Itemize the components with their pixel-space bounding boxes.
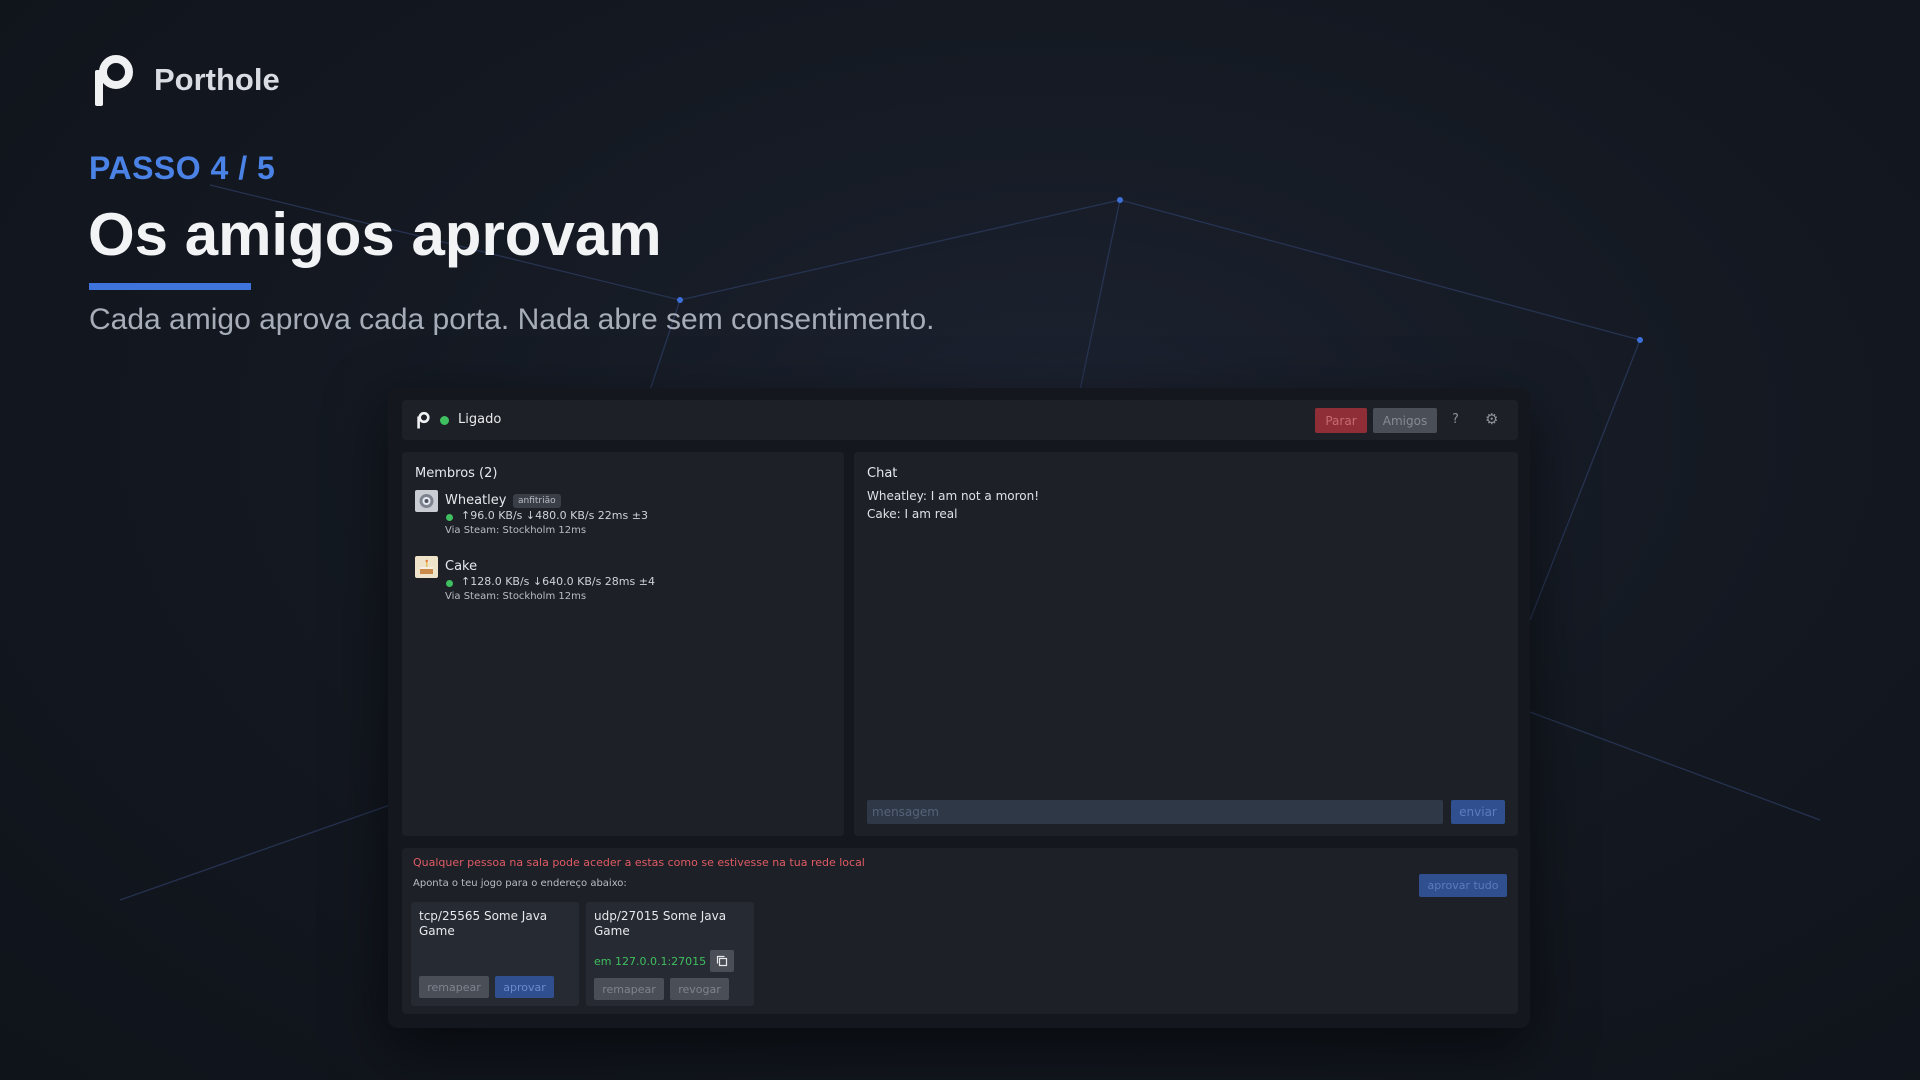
help-icon[interactable]: ? xyxy=(1452,412,1459,427)
members-title: Membros (2) xyxy=(415,466,498,481)
wheatley-eye-icon xyxy=(419,494,434,508)
send-button[interactable]: enviar xyxy=(1451,800,1505,824)
chat-panel: Chat Wheatley: I am not a moron! Cake: I… xyxy=(854,452,1518,836)
brand-name: Porthole xyxy=(154,62,280,97)
port-card-tcp-25565: tcp/25565 Some Java Game remapear aprova… xyxy=(411,902,579,1006)
copy-glyph-icon xyxy=(716,955,728,967)
chat-message: Cake: I am real xyxy=(867,507,957,521)
brand-header: Porthole xyxy=(92,52,280,108)
connection-status: Ligado xyxy=(458,412,502,427)
approve-button[interactable]: aprovar xyxy=(495,976,554,998)
member-online-dot xyxy=(446,514,453,521)
lan-warning: Qualquer pessoa na sala pode aceder a es… xyxy=(413,856,865,869)
porthole-small-logo-icon xyxy=(417,411,430,429)
approve-all-button[interactable]: aprovar tudo xyxy=(1419,874,1507,897)
member-route: Via Steam: Stockholm 12ms xyxy=(445,525,587,536)
member-stats: ↑128.0 KB/s ↓640.0 KB/s 28ms ±4 xyxy=(461,575,655,588)
member-route: Via Steam: Stockholm 12ms xyxy=(445,591,587,602)
member-name: Wheatley xyxy=(445,493,507,508)
members-panel: Membros (2) Wheatley anfitrião ↑96.0 KB/… xyxy=(402,452,844,836)
local-address[interactable]: em 127.0.0.1:27015 xyxy=(594,955,706,968)
step-indicator: PASSO 4 / 5 xyxy=(89,150,276,186)
page-subtitle: Cada amigo aprova cada porta. Nada abre … xyxy=(89,303,935,336)
title-underline xyxy=(89,283,251,290)
porthole-logo-icon xyxy=(95,55,133,106)
chat-text: I am real xyxy=(904,507,958,521)
stop-button[interactable]: Parar xyxy=(1315,408,1367,433)
chat-message-input[interactable] xyxy=(867,800,1443,824)
friends-button[interactable]: Amigos xyxy=(1373,408,1437,433)
address-hint: Aponta o teu jogo para o endereço abaixo… xyxy=(413,878,627,889)
online-status-dot xyxy=(440,416,449,425)
gear-icon[interactable]: ⚙ xyxy=(1485,410,1498,428)
host-badge: anfitrião xyxy=(513,494,561,508)
port-name: udp/27015 Some Java Game xyxy=(594,909,727,938)
member-online-dot xyxy=(446,580,453,587)
ports-panel: Qualquer pessoa na sala pode aceder a es… xyxy=(402,848,1518,1014)
chat-text: I am not a moron! xyxy=(930,489,1040,503)
remap-button[interactable]: remapear xyxy=(594,978,664,1000)
copy-icon[interactable] xyxy=(710,950,734,972)
page-title: Os amigos aprovam xyxy=(88,201,662,268)
remap-button[interactable]: remapear xyxy=(419,976,489,998)
app-window: Ligado Parar Amigos ? ⚙ Membros (2) Whea… xyxy=(402,400,1518,1014)
member-name: Cake xyxy=(445,559,478,574)
chat-message: Wheatley: I am not a moron! xyxy=(867,489,1039,503)
cake-icon xyxy=(420,559,433,574)
chat-author: Wheatley: xyxy=(867,489,927,503)
app-topbar: Ligado Parar Amigos ? ⚙ xyxy=(402,400,1518,440)
port-card-udp-27015: udp/27015 Some Java Game em 127.0.0.1:27… xyxy=(586,902,754,1006)
chat-title: Chat xyxy=(867,466,898,481)
wheatley-avatar xyxy=(415,490,438,512)
cake-avatar xyxy=(415,556,438,578)
port-name: tcp/25565 Some Java Game xyxy=(419,909,548,938)
member-stats: ↑96.0 KB/s ↓480.0 KB/s 22ms ±3 xyxy=(461,509,648,522)
chat-author: Cake: xyxy=(867,507,901,521)
revoke-button[interactable]: revogar xyxy=(670,978,729,1000)
